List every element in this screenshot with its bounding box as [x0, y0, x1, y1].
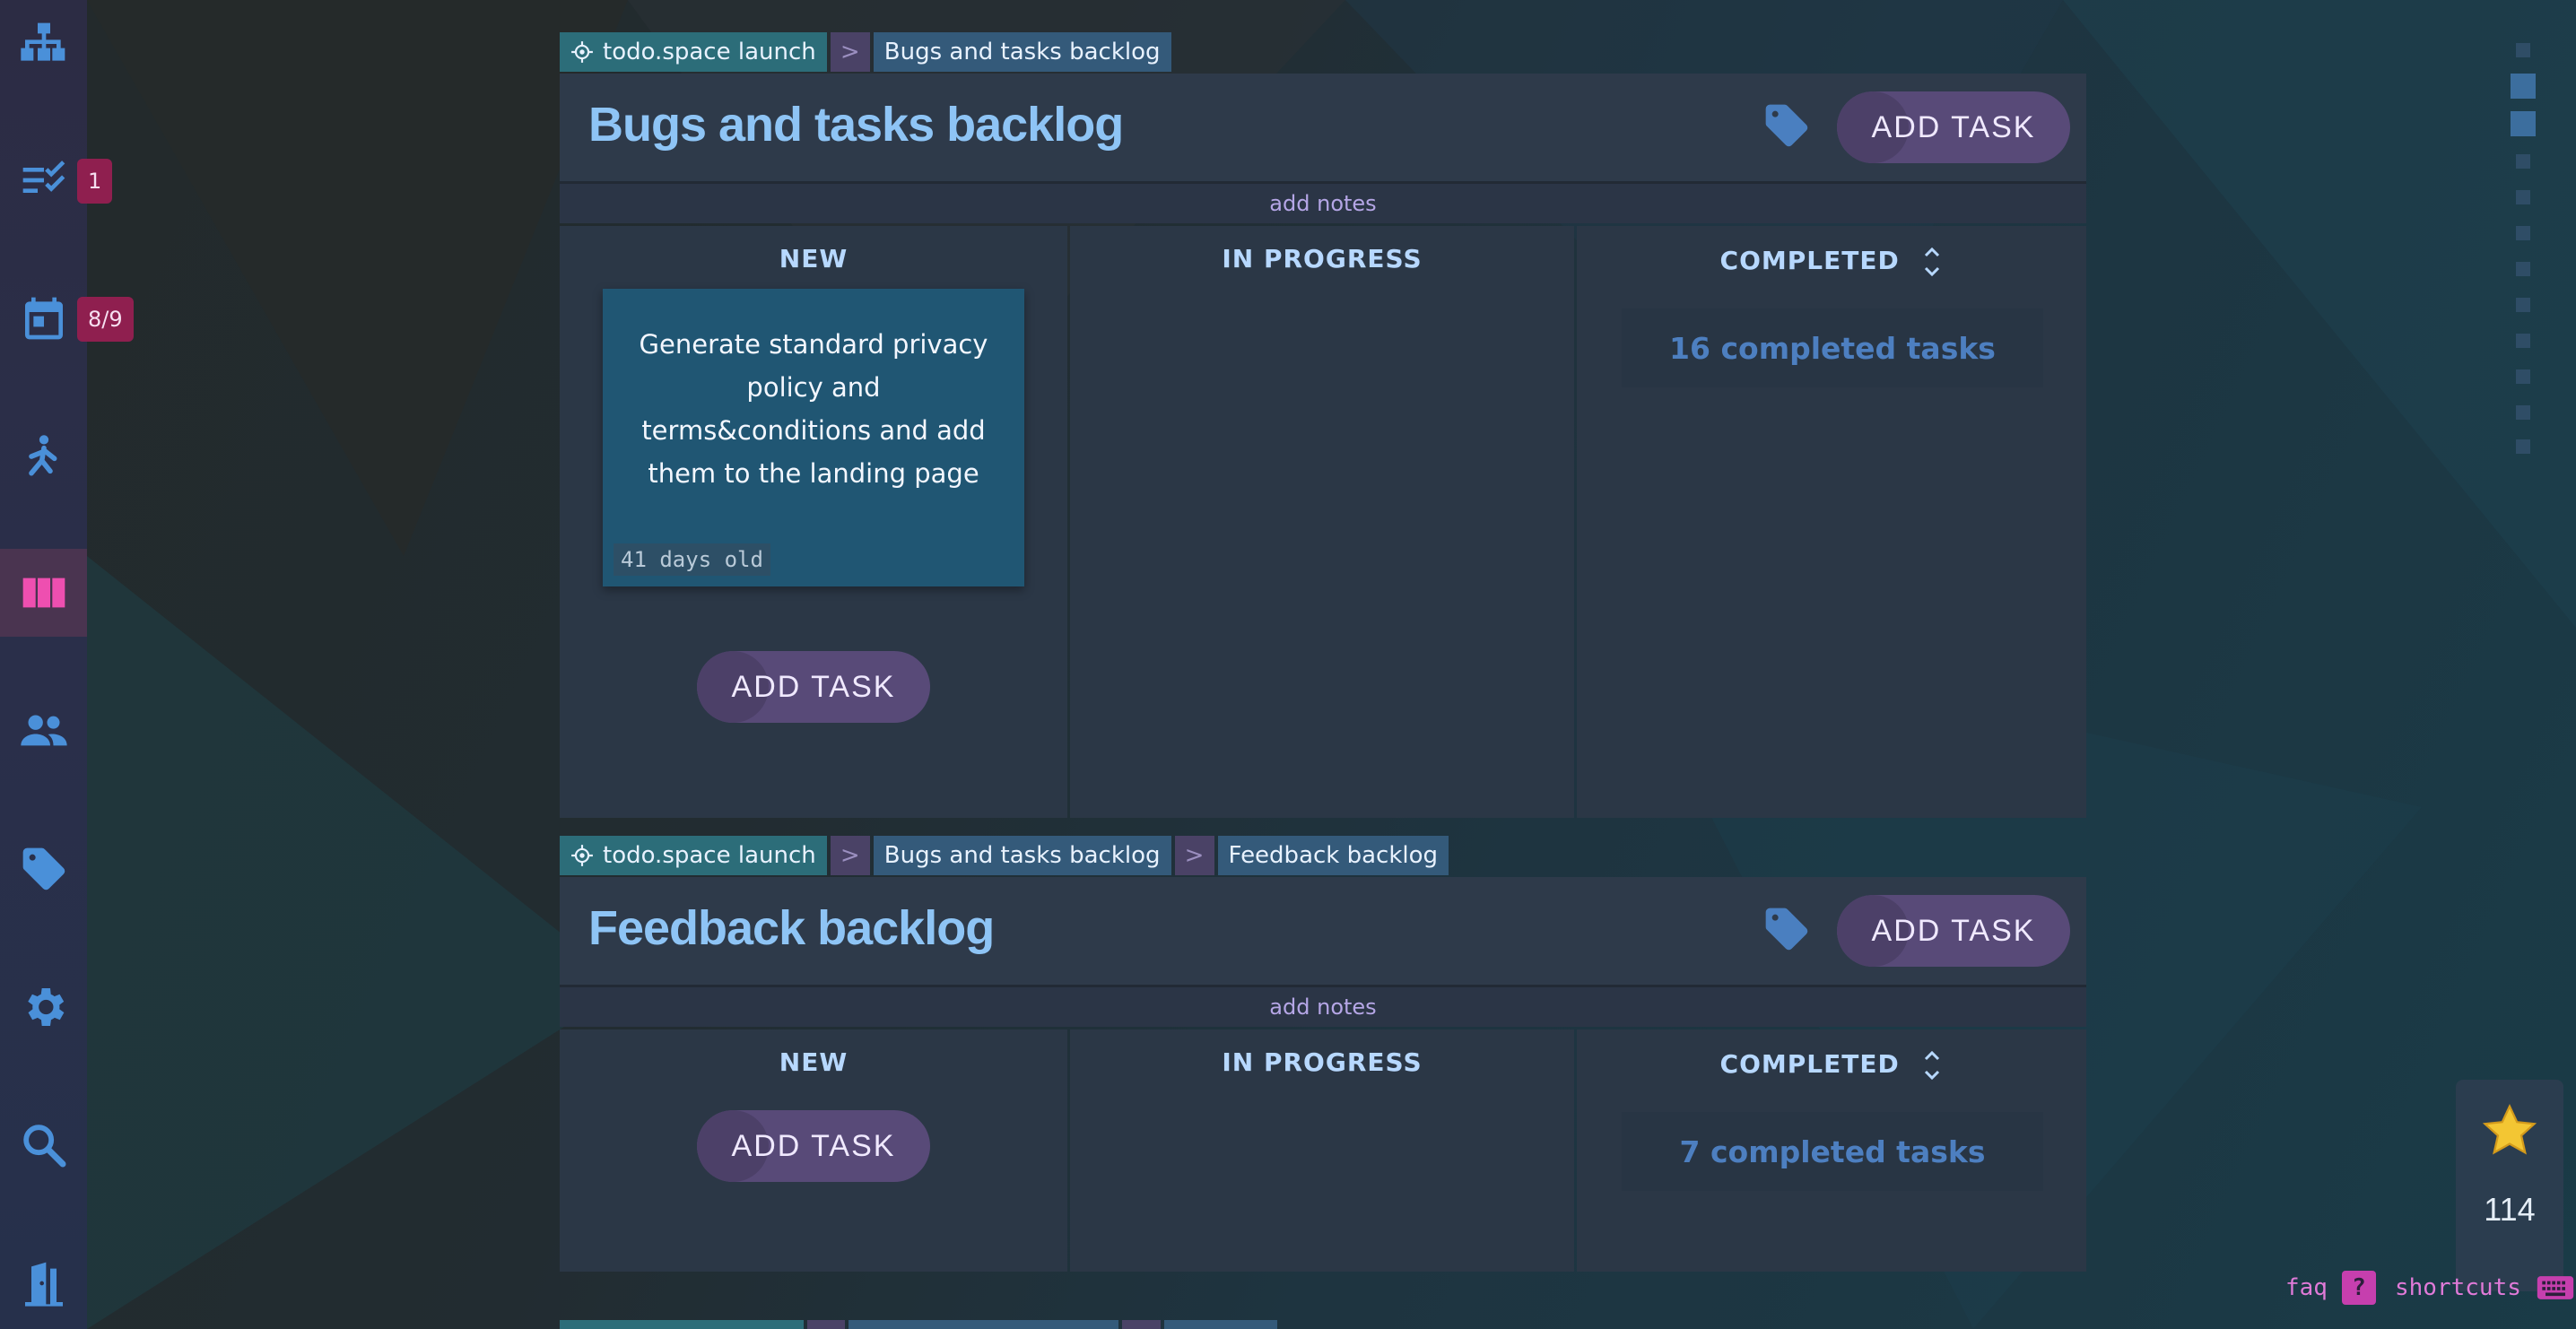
tag-icon[interactable]: [1762, 100, 1812, 151]
gear-icon: [27, 988, 64, 1026]
add-notes-link[interactable]: add notes: [560, 184, 2086, 223]
sidebar: 1 8/9: [0, 0, 134, 1329]
sidebar-item-search[interactable]: [0, 1101, 87, 1189]
question-icon: ?: [2341, 1271, 2376, 1305]
chevron-right-icon: >: [1174, 836, 1214, 875]
breadcrumb-item[interactable]: Feedback backlog: [1217, 836, 1449, 875]
search-icon: [22, 1125, 65, 1168]
shortcuts-link[interactable]: shortcuts: [2395, 1270, 2575, 1306]
sitemap-icon: [20, 22, 65, 61]
column-title: COMPLETED: [1577, 1047, 2086, 1083]
breadcrumb-label: todo.space launch: [603, 842, 816, 869]
sort-icon[interactable]: [1921, 1047, 1943, 1083]
board-header: Bugs and tasks backlog ADD TASK: [560, 74, 2086, 184]
sidebar-item-calendar[interactable]: [0, 274, 87, 362]
column-completed: COMPLETED 7 completed tasks: [1577, 1029, 2086, 1272]
sidebar-item-boards[interactable]: [0, 549, 87, 637]
add-task-button[interactable]: ADD TASK: [697, 651, 930, 723]
add-task-button[interactable]: ADD TASK: [697, 1110, 930, 1182]
sidebar-item-activity[interactable]: [0, 413, 87, 500]
board-header: Feedback backlog ADD TASK: [560, 877, 2086, 987]
sidebar-item-tags[interactable]: [0, 825, 87, 913]
board-title[interactable]: Bugs and tasks backlog: [588, 97, 1124, 152]
board-title[interactable]: Feedback backlog: [588, 900, 995, 956]
board-columns: NEW ADD TASK IN PROGRESS COMPLETED 7 com…: [560, 1029, 2086, 1272]
people-icon: [20, 715, 67, 746]
column-in-progress: IN PROGRESS: [1070, 1029, 1574, 1272]
task-card-text: Generate standard privacy policy and ter…: [639, 329, 988, 489]
board-bugs-and-tasks: todo.space launch > Bugs and tasks backl…: [560, 32, 2086, 818]
completed-tasks-summary[interactable]: 7 completed tasks: [1622, 1112, 2043, 1191]
next-board-peek: [560, 1320, 1277, 1329]
tasks-badge: 1: [77, 159, 113, 204]
sidebar-item-settings[interactable]: [0, 963, 87, 1051]
breadcrumb: todo.space launch > Bugs and tasks backl…: [560, 32, 1171, 72]
column-title: NEW: [779, 244, 849, 274]
add-task-button[interactable]: ADD TASK: [1837, 895, 2070, 967]
sidebar-item-team[interactable]: [0, 687, 87, 775]
board-columns: NEW Generate standard privacy policy and…: [560, 226, 2086, 818]
add-task-button[interactable]: ADD TASK: [1837, 91, 2070, 163]
sidebar-item-tasks[interactable]: [0, 136, 87, 224]
breadcrumb-item[interactable]: Bugs and tasks backlog: [873, 32, 1171, 72]
kanban-icon: [22, 578, 65, 608]
exit-door-icon: [24, 1262, 63, 1307]
breadcrumb-item[interactable]: Bugs and tasks backlog: [873, 836, 1171, 875]
target-icon: [571, 41, 593, 63]
task-card[interactable]: Generate standard privacy policy and ter…: [603, 289, 1024, 586]
chevron-right-icon: >: [830, 836, 870, 875]
star-counter[interactable]: 114: [2456, 1080, 2563, 1291]
board-feedback: todo.space launch > Bugs and tasks backl…: [560, 836, 2086, 1272]
column-in-progress: IN PROGRESS: [1070, 226, 1574, 818]
column-new: NEW ADD TASK: [560, 1029, 1067, 1272]
star-count: 114: [2484, 1191, 2536, 1228]
star-icon: [2482, 1103, 2537, 1155]
completed-tasks-summary[interactable]: 16 completed tasks: [1622, 308, 2043, 387]
column-title: IN PROGRESS: [1222, 1047, 1423, 1077]
column-title: NEW: [779, 1047, 849, 1077]
chevron-right-icon: >: [830, 32, 870, 72]
task-card-age: 41 days old: [614, 543, 770, 576]
sort-icon[interactable]: [1921, 244, 1943, 280]
keyboard-icon: [2537, 1276, 2574, 1299]
add-notes-link[interactable]: add notes: [560, 987, 2086, 1027]
checklist-icon: [22, 161, 65, 193]
runner-icon: [28, 435, 57, 476]
column-title: IN PROGRESS: [1222, 244, 1423, 274]
breadcrumb-item[interactable]: todo.space launch: [560, 836, 827, 875]
column-title: COMPLETED: [1577, 244, 2086, 280]
breadcrumb: todo.space launch > Bugs and tasks backl…: [560, 836, 1449, 875]
faq-link[interactable]: faq ?: [2285, 1270, 2376, 1306]
tag-icon[interactable]: [1762, 904, 1812, 954]
sidebar-item-projects[interactable]: [0, 0, 87, 88]
tag-icon: [22, 847, 65, 890]
breadcrumb-item[interactable]: todo.space launch: [560, 32, 827, 72]
target-icon: [571, 845, 593, 866]
calendar-icon: [24, 297, 63, 340]
column-completed: COMPLETED 16 completed tasks: [1577, 226, 2086, 818]
sidebar-item-logout[interactable]: [0, 1239, 87, 1327]
calendar-badge: 8/9: [77, 297, 134, 342]
column-new: NEW Generate standard privacy policy and…: [560, 226, 1067, 818]
breadcrumb-label: todo.space launch: [603, 39, 816, 65]
